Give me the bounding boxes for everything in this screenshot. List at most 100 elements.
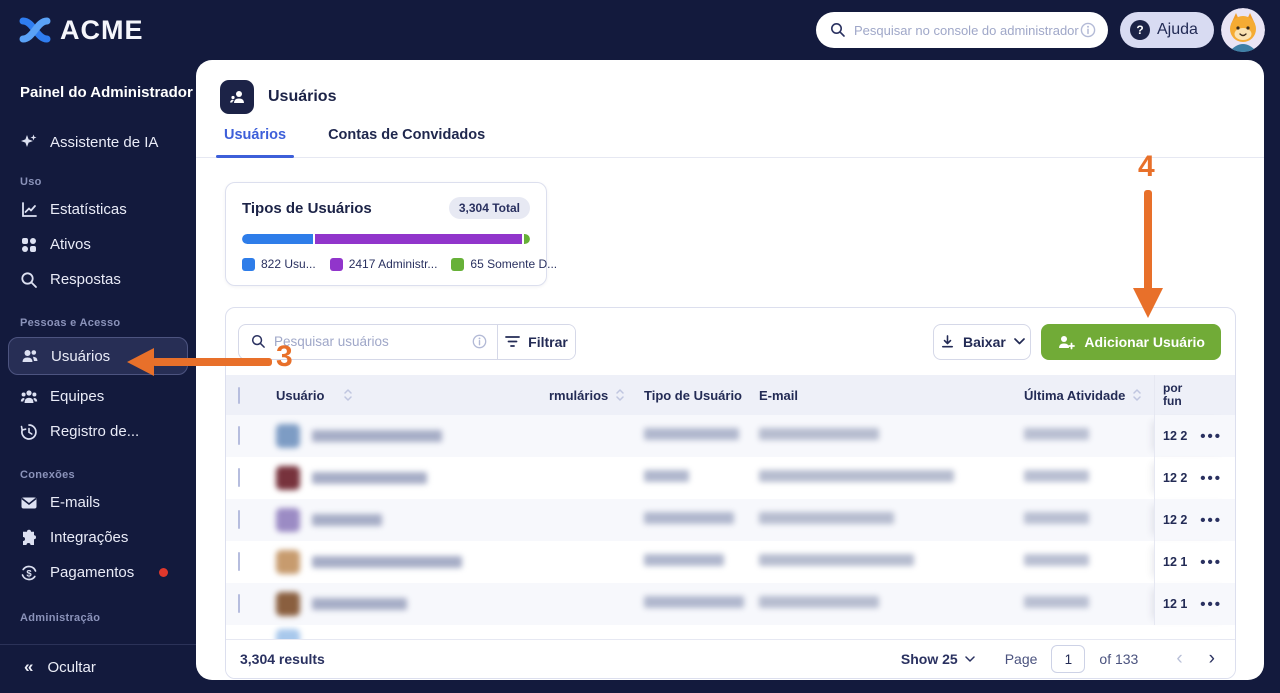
row-menu-button[interactable]: •••: [1200, 512, 1222, 529]
redacted-name: [312, 472, 427, 484]
mail-icon: [20, 494, 38, 512]
sidebar-section-administracao: Administração: [20, 612, 101, 624]
avatar: [276, 466, 300, 490]
clipped-cell-value: 12 2: [1163, 429, 1188, 443]
row-menu-button[interactable]: •••: [1200, 596, 1222, 613]
sidebar-item-integracoes[interactable]: Integrações: [0, 520, 196, 555]
bar-segment-users: [242, 234, 313, 244]
info-icon: [1080, 22, 1096, 38]
table-row[interactable]: 12 2 •••: [226, 457, 1235, 499]
page-number-input[interactable]: [1051, 645, 1086, 673]
sidebar-item-label: Pagamentos: [50, 564, 135, 581]
tab-contas-convidados[interactable]: Contas de Convidados: [328, 127, 485, 157]
tab-usuarios[interactable]: Usuários: [215, 127, 295, 158]
legend-item: 65 Somente D...: [451, 257, 557, 271]
legend-swatch: [451, 257, 465, 271]
users-icon: [21, 347, 39, 365]
puzzle-icon: [20, 529, 38, 547]
legend-swatch: [242, 257, 255, 271]
user-types-legend: 822 Usu... 2417 Administr... 65 Somente …: [242, 257, 557, 271]
sidebar-item-emails[interactable]: E-mails: [0, 485, 196, 520]
teams-icon: [20, 388, 38, 406]
collapse-chevrons-icon: «: [24, 657, 34, 676]
sidebar-item-label: E-mails: [50, 494, 101, 511]
next-page-button[interactable]: ›: [1203, 648, 1221, 670]
column-header-ultima-atividade[interactable]: Última Atividade: [1024, 388, 1125, 403]
avatar: [276, 508, 300, 532]
clipped-cell-value: 12 2: [1163, 513, 1188, 527]
user-types-title: Tipos de Usuários: [242, 199, 372, 217]
sidebar-divider: [0, 644, 196, 645]
admin-console-search[interactable]: [816, 12, 1108, 48]
sort-icon[interactable]: [1132, 388, 1142, 402]
search-icon: [831, 23, 845, 37]
sidebar-item-ativos[interactable]: Ativos: [0, 227, 196, 262]
sidebar-item-estatisticas[interactable]: Estatísticas: [0, 192, 196, 227]
chevron-down-icon: [964, 656, 975, 662]
admin-search-input[interactable]: [854, 22, 1080, 38]
sidebar-section-uso: Uso: [20, 176, 42, 188]
user-avatar[interactable]: [1221, 8, 1265, 52]
table-footer: 3,304 results Show 25 Page of 133 ‹ ›: [226, 639, 1235, 678]
tab-bar: Usuários Contas de Convidados: [196, 118, 1264, 158]
row-checkbox[interactable]: [238, 594, 240, 613]
users-search-field[interactable]: [239, 325, 497, 359]
users-table-card: Filtrar Baixar Adicionar Usuário Usuário…: [225, 307, 1236, 679]
add-user-icon: [1059, 335, 1076, 349]
filter-icon: [505, 336, 521, 347]
sidebar-section-pessoas: Pessoas e Acesso: [20, 317, 121, 329]
table-row[interactable]: 12 2 •••: [226, 415, 1235, 457]
sidebar-item-equipes[interactable]: Equipes: [0, 379, 196, 414]
redacted-type: [644, 428, 739, 440]
sidebar-item-registro[interactable]: Registro de...: [0, 414, 196, 449]
brand-name: ACME: [60, 14, 144, 45]
sidebar-item-pagamentos[interactable]: $ Pagamentos: [0, 555, 196, 590]
filter-button[interactable]: Filtrar: [497, 324, 575, 359]
row-menu-button[interactable]: •••: [1200, 554, 1222, 571]
redacted-email: [759, 596, 879, 608]
download-label: Baixar: [963, 333, 1006, 350]
row-menu-button[interactable]: •••: [1200, 470, 1222, 487]
previous-page-button[interactable]: ‹: [1164, 648, 1194, 670]
row-checkbox[interactable]: [238, 426, 240, 445]
redacted-last-activity: [1024, 470, 1089, 482]
table-row[interactable]: 12 1 •••: [226, 583, 1235, 625]
table-header-row: Usuário rmulários Tipo de Usuário E-mail…: [226, 375, 1235, 415]
sidebar-collapse-button[interactable]: « Ocultar: [0, 651, 196, 683]
column-header-email[interactable]: E-mail: [759, 388, 798, 403]
add-user-button[interactable]: Adicionar Usuário: [1041, 323, 1221, 360]
brand-logo: ACME: [18, 15, 144, 46]
sparkles-icon: [20, 133, 38, 151]
row-checkbox[interactable]: [238, 552, 240, 571]
redacted-last-activity: [1024, 428, 1089, 440]
help-button[interactable]: ? Ajuda: [1120, 12, 1214, 48]
sidebar-item-assistente-ia[interactable]: Assistente de IA: [0, 124, 196, 160]
row-checkbox[interactable]: [238, 510, 240, 529]
row-checkbox[interactable]: [238, 468, 240, 487]
table-row[interactable]: 12 2 •••: [226, 499, 1235, 541]
sidebar-item-respostas[interactable]: Respostas: [0, 262, 196, 297]
select-all-checkbox[interactable]: [238, 386, 240, 404]
page-size-select[interactable]: Show 25: [901, 651, 975, 667]
svg-text:$: $: [26, 568, 32, 579]
activity-log-clock-icon: [20, 423, 38, 441]
sort-icon[interactable]: [343, 388, 353, 402]
redacted-last-activity: [1024, 596, 1089, 608]
column-header-usuario[interactable]: Usuário: [276, 388, 324, 403]
clipped-cell-value: 12 2: [1163, 471, 1188, 485]
column-header-formularios[interactable]: rmulários: [549, 388, 608, 403]
users-search-input[interactable]: [274, 334, 464, 349]
download-button[interactable]: Baixar: [933, 323, 1032, 360]
sidebar-title: Painel do Administrador: [20, 84, 193, 101]
sidebar-item-usuarios[interactable]: Usuários: [8, 337, 188, 375]
redacted-last-activity: [1024, 554, 1089, 566]
sidebar-item-label: Assistente de IA: [50, 133, 159, 151]
row-menu-button[interactable]: •••: [1200, 428, 1222, 445]
sort-icon[interactable]: [615, 388, 625, 402]
redacted-email: [759, 554, 914, 566]
column-header-tipo[interactable]: Tipo de Usuário: [644, 388, 742, 403]
chevron-down-icon: [1013, 338, 1025, 345]
users-page-icon: [220, 80, 254, 114]
table-row[interactable]: 12 1 •••: [226, 541, 1235, 583]
search-icon: [20, 271, 38, 289]
